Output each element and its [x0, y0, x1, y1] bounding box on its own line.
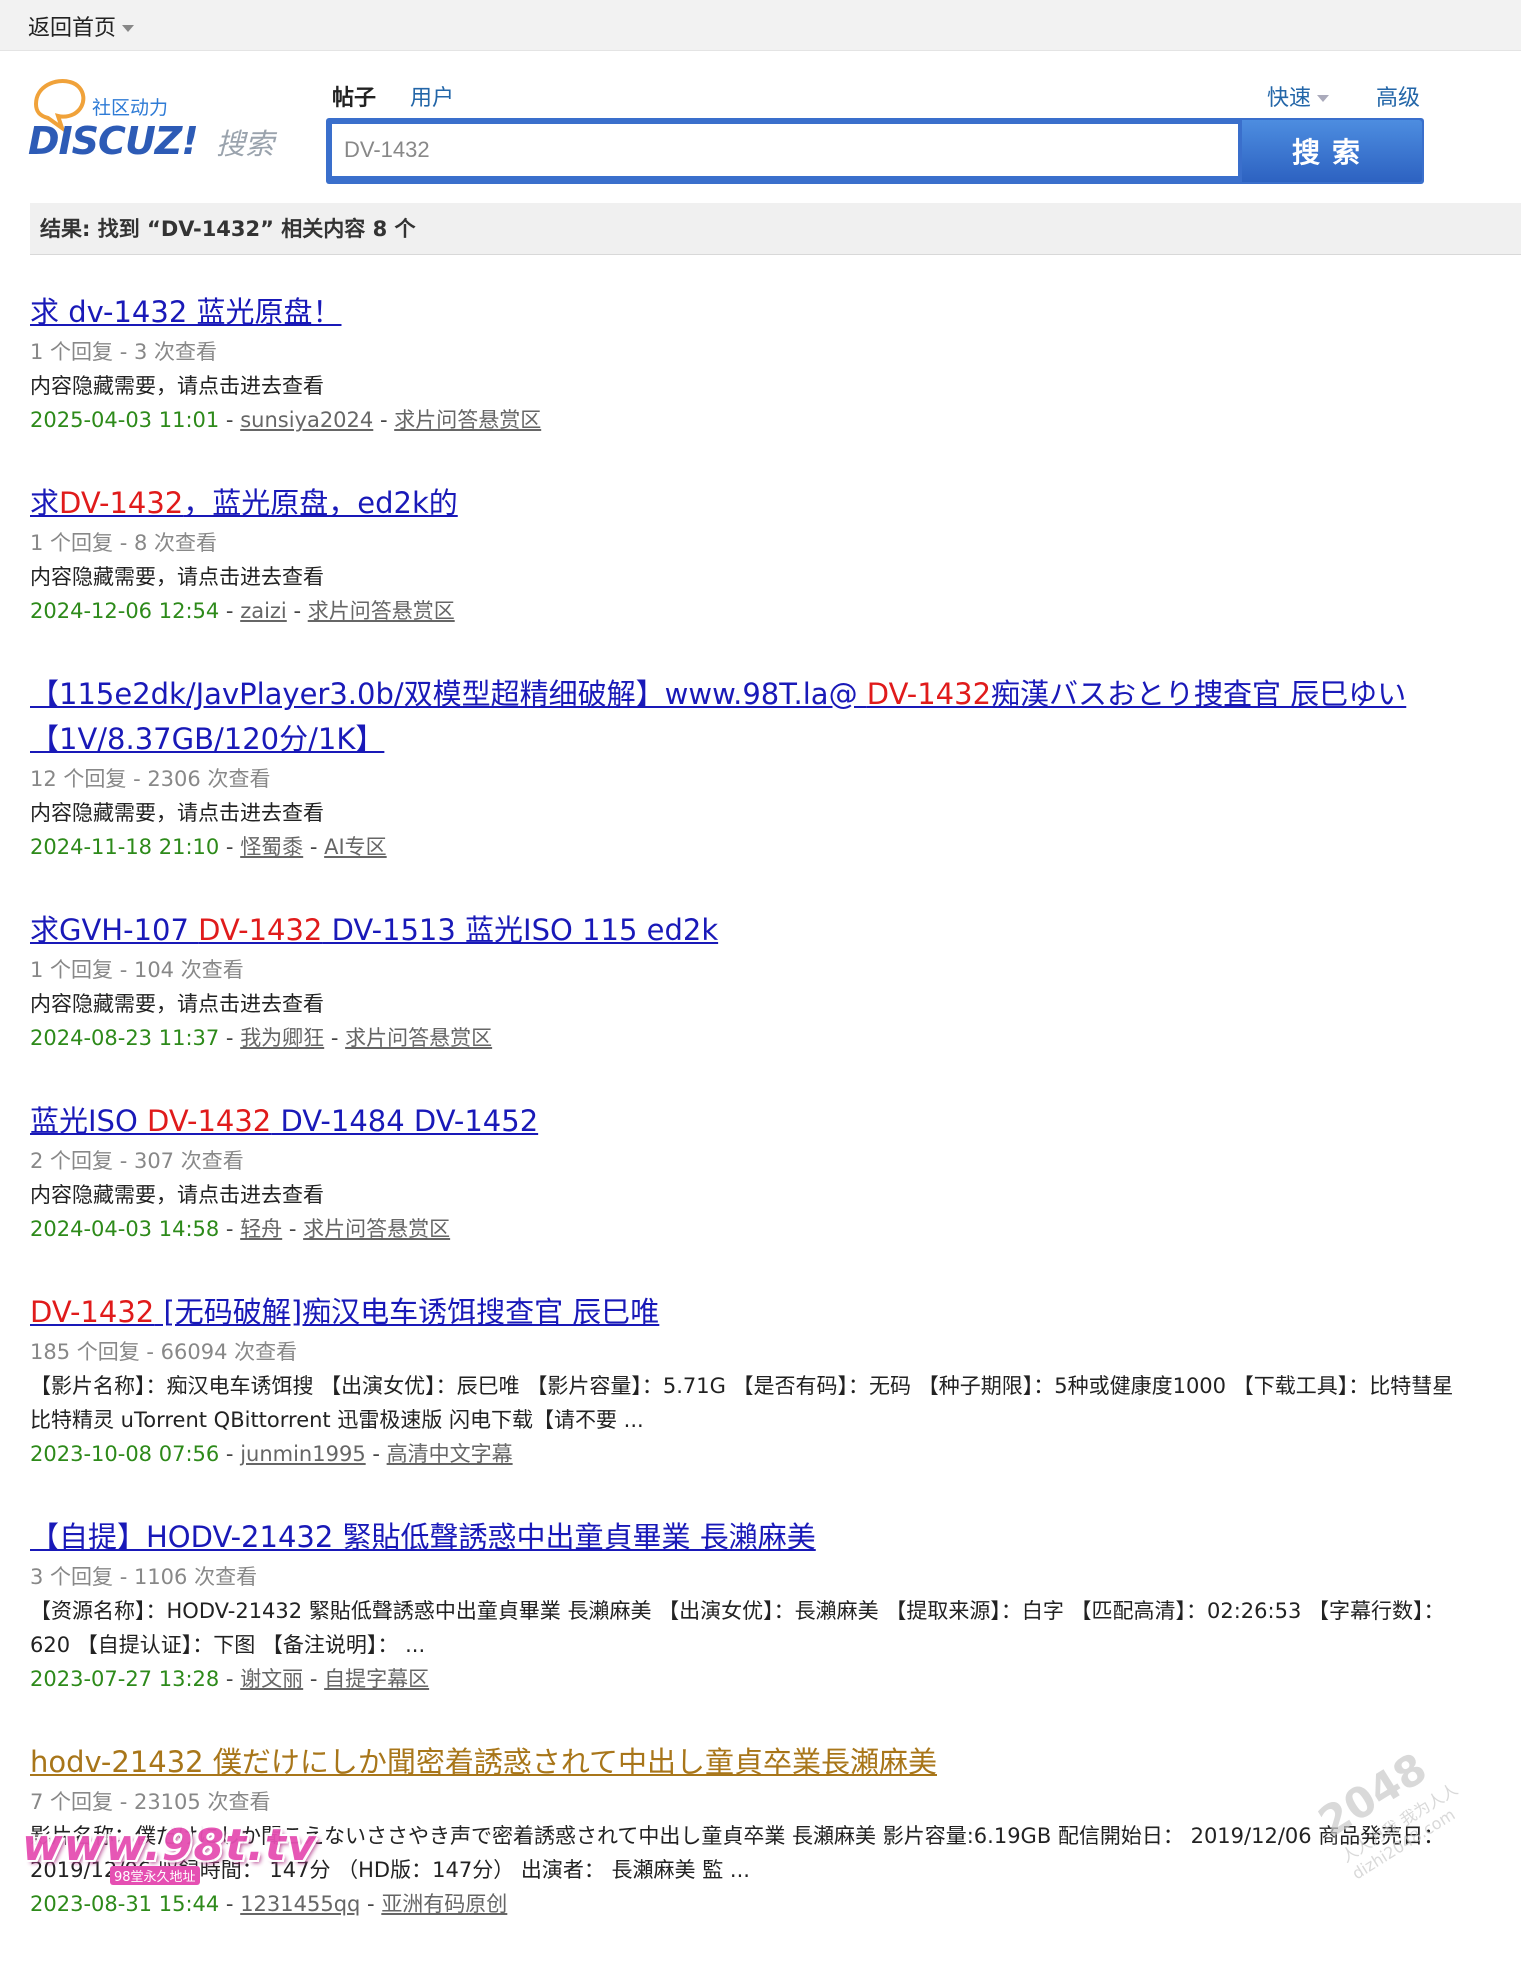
result-forum-link[interactable]: 求片问答悬赏区 — [394, 408, 541, 432]
result-date: 2024-12-06 12:54 — [30, 599, 220, 623]
home-link-label: 返回首页 — [28, 16, 117, 41]
result-title-link[interactable]: 【自提】HODV-21432 緊貼低聲誘惑中出童貞畢業 長瀨麻美 — [30, 1515, 1470, 1560]
logo-brand-cn: 社区动力 — [92, 97, 168, 119]
quick-search-label: 快速 — [1267, 86, 1312, 111]
result-meta: 2024-12-06 12:54 - zaizi - 求片问答悬赏区 — [30, 599, 455, 623]
watermark-98t: www.98t.tv — [22, 1820, 317, 1871]
results-list: 求 dv-1432 蓝光原盘！ 1 个回复 - 3 次查看内容隐藏需要，请点击进… — [30, 290, 1470, 1965]
title-text: 求 — [30, 486, 60, 520]
result-forum-link[interactable]: 求片问答悬赏区 — [308, 599, 455, 623]
quick-search-dropdown[interactable]: 快速 — [1267, 80, 1330, 112]
result-excerpt: 内容隐藏需要，请点击进去查看 — [30, 565, 324, 589]
title-highlight: DV-1432 — [198, 913, 323, 947]
result-excerpt: 【影片名称】：痴汉电车诱饵搜 【出演女优】：辰巳唯 【影片容量】：5.71G 【… — [30, 1374, 1454, 1432]
title-text: 求GVH-107 — [30, 913, 199, 947]
result-author-link[interactable]: 1231455qq — [240, 1892, 360, 1916]
chevron-down-icon — [122, 24, 135, 32]
list-item: 【自提】HODV-21432 緊貼低聲誘惑中出童貞畢業 長瀨麻美 3 个回复 - … — [30, 1515, 1470, 1696]
search-input[interactable] — [332, 124, 1238, 176]
list-item: DV-1432 [无码破解]痴汉电车诱饵搜查官 辰巳唯 185 个回复 - 660… — [30, 1290, 1470, 1471]
list-item: 求 dv-1432 蓝光原盘！ 1 个回复 - 3 次查看内容隐藏需要，请点击进… — [30, 290, 1470, 437]
result-stats: 2 个回复 - 307 次查看 — [30, 1149, 244, 1173]
title-text: 【自提】HODV-21432 緊貼低聲誘惑中出童貞畢業 長瀨麻美 — [30, 1520, 816, 1554]
result-date: 2023-10-08 07:56 — [30, 1442, 220, 1466]
result-meta: 2024-04-03 14:58 - 轻舟 - 求片问答悬赏区 — [30, 1217, 451, 1241]
title-text: [无码破解]痴汉电车诱饵搜查官 辰巳唯 — [154, 1295, 660, 1329]
result-stats: 1 个回复 - 8 次查看 — [30, 531, 217, 555]
list-item: 求DV-1432，蓝光原盘，ed2k的 1 个回复 - 8 次查看内容隐藏需要，请… — [30, 481, 1470, 628]
chevron-down-icon — [1317, 94, 1330, 102]
result-meta: 2023-08-31 15:44 - 1231455qq - 亚洲有码原创 — [30, 1892, 508, 1916]
result-meta: 2023-07-27 13:28 - 谢文丽 - 自提字幕区 — [30, 1667, 430, 1691]
home-link[interactable]: 返回首页 — [28, 10, 135, 42]
watermark-98t-sub: 98堂永久地址 — [110, 1866, 200, 1885]
list-item: 【115e2dk/JavPlayer3.0b/双模型超精细破解】www.98T.… — [30, 672, 1470, 864]
result-date: 2023-07-27 13:28 — [30, 1667, 220, 1691]
list-item: 蓝光ISO DV-1432 DV-1484 DV-1452 2 个回复 - 307… — [30, 1099, 1470, 1246]
title-highlight: DV-1432 — [30, 1295, 155, 1329]
title-text: 【115e2dk/JavPlayer3.0b/双模型超精细破解】www.98T.… — [30, 677, 867, 711]
result-excerpt: 内容隐藏需要，请点击进去查看 — [30, 992, 324, 1016]
result-meta: 2023-10-08 07:56 - junmin1995 - 高清中文字幕 — [30, 1442, 513, 1466]
result-stats: 7 个回复 - 23105 次查看 — [30, 1790, 271, 1814]
top-bar: 返回首页 — [0, 0, 1521, 51]
tab-posts[interactable]: 帖子 — [332, 80, 376, 112]
title-text: DV-1513 蓝光ISO 115 ed2k — [322, 913, 719, 947]
search-button[interactable]: 搜索 — [1242, 120, 1422, 182]
result-forum-link[interactable]: 求片问答悬赏区 — [345, 1026, 492, 1050]
title-text: 蓝光ISO — [30, 1104, 148, 1138]
list-item: 求GVH-107 DV-1432 DV-1513 蓝光ISO 115 ed2k 1… — [30, 908, 1470, 1055]
result-date: 2024-11-18 21:10 — [30, 835, 220, 859]
result-forum-link[interactable]: 亚洲有码原创 — [381, 1892, 507, 1916]
result-summary: 结果: 找到 “DV-1432” 相关内容 8 个 — [30, 203, 1521, 255]
result-date: 2024-04-03 14:58 — [30, 1217, 220, 1241]
result-title-link[interactable]: 蓝光ISO DV-1432 DV-1484 DV-1452 — [30, 1099, 1470, 1144]
title-text: ，蓝光原盘，ed2k的 — [183, 486, 458, 520]
result-stats: 1 个回复 - 104 次查看 — [30, 958, 244, 982]
result-author-link[interactable]: 我为卿狂 — [240, 1026, 324, 1050]
title-highlight: DV-1432 — [59, 486, 184, 520]
logo-brand: DISCUZ! — [28, 119, 198, 163]
result-title-link[interactable]: 【115e2dk/JavPlayer3.0b/双模型超精细破解】www.98T.… — [30, 672, 1470, 762]
result-stats: 185 个回复 - 66094 次查看 — [30, 1340, 298, 1364]
result-author-link[interactable]: 轻舟 — [240, 1217, 282, 1241]
result-title-link[interactable]: 求 dv-1432 蓝光原盘！ — [30, 290, 1470, 335]
result-excerpt: 内容隐藏需要，请点击进去查看 — [30, 374, 324, 398]
result-excerpt: 【资源名称】：HODV-21432 緊貼低聲誘惑中出童貞畢業 長瀨麻美 【出演女… — [30, 1599, 1445, 1657]
title-highlight: DV-1432 — [866, 677, 992, 711]
result-meta: 2024-11-18 21:10 - 怪蜀黍 - AI专区 — [30, 835, 387, 859]
title-text: DV-1484 DV-1452 — [271, 1104, 539, 1138]
result-author-link[interactable]: 怪蜀黍 — [240, 835, 303, 859]
result-title-link[interactable]: hodv-21432 僕だけにしか聞密着誘惑されて中出し童貞卒業長瀬麻美 — [30, 1740, 1470, 1785]
result-author-link[interactable]: junmin1995 — [240, 1442, 366, 1466]
result-title-link[interactable]: DV-1432 [无码破解]痴汉电车诱饵搜查官 辰巳唯 — [30, 1290, 1470, 1335]
result-forum-link[interactable]: 自提字幕区 — [324, 1667, 429, 1691]
result-stats: 12 个回复 - 2306 次查看 — [30, 767, 271, 791]
result-title-link[interactable]: 求GVH-107 DV-1432 DV-1513 蓝光ISO 115 ed2k — [30, 908, 1470, 953]
result-title-link[interactable]: 求DV-1432，蓝光原盘，ed2k的 — [30, 481, 1470, 526]
title-text: hodv-21432 僕だけにしか聞密着誘惑されて中出し童貞卒業長瀬麻美 — [30, 1745, 937, 1779]
result-excerpt: 内容隐藏需要，请点击进去查看 — [30, 1183, 324, 1207]
discuz-logo[interactable]: 社区动力 DISCUZ! 搜索 — [28, 76, 298, 176]
advanced-search-link[interactable]: 高级 — [1376, 80, 1420, 112]
title-text: 求 dv-1432 蓝光原盘！ — [30, 295, 342, 329]
result-date: 2025-04-03 11:01 — [30, 408, 220, 432]
result-author-link[interactable]: 谢文丽 — [240, 1667, 303, 1691]
result-excerpt: 内容隐藏需要，请点击进去查看 — [30, 801, 324, 825]
logo-search-cn: 搜索 — [216, 127, 278, 161]
result-stats: 3 个回复 - 1106 次查看 — [30, 1565, 258, 1589]
tab-users[interactable]: 用户 — [410, 80, 454, 112]
search-form: 搜索 — [326, 118, 1424, 184]
result-date: 2024-08-23 11:37 — [30, 1026, 220, 1050]
title-highlight: DV-1432 — [147, 1104, 272, 1138]
result-author-link[interactable]: zaizi — [240, 599, 287, 623]
result-author-link[interactable]: sunsiya2024 — [240, 408, 373, 432]
result-meta: 2025-04-03 11:01 - sunsiya2024 - 求片问答悬赏区 — [30, 408, 542, 432]
result-forum-link[interactable]: AI专区 — [324, 835, 387, 859]
result-forum-link[interactable]: 求片问答悬赏区 — [303, 1217, 450, 1241]
result-date: 2023-08-31 15:44 — [30, 1892, 220, 1916]
result-meta: 2024-08-23 11:37 - 我为卿狂 - 求片问答悬赏区 — [30, 1026, 493, 1050]
result-stats: 1 个回复 - 3 次查看 — [30, 340, 217, 364]
result-forum-link[interactable]: 高清中文字幕 — [387, 1442, 513, 1466]
